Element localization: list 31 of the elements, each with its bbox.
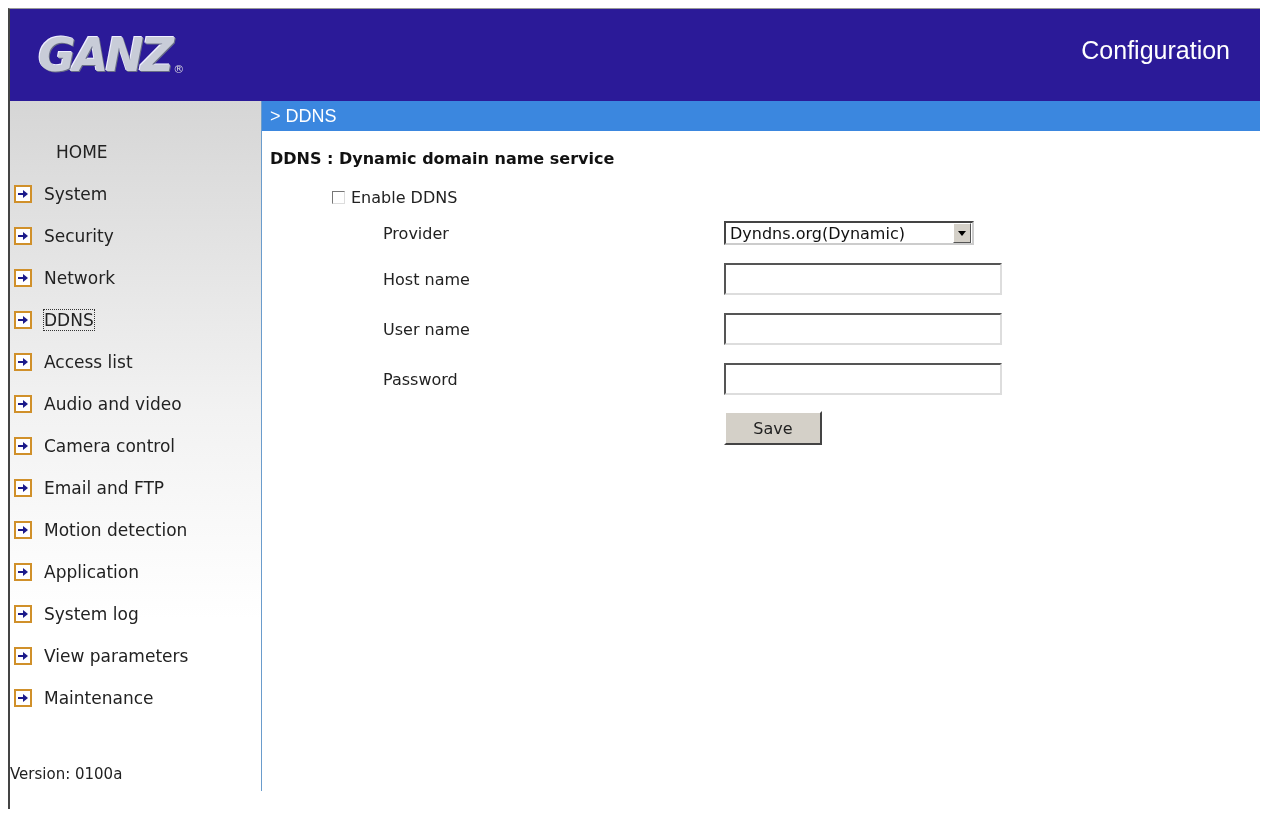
logo: GANZ (38, 28, 172, 82)
version-text: Version: 0100a (10, 765, 124, 783)
field-label: Provider (383, 223, 450, 243)
input-field[interactable] (724, 313, 1002, 345)
checkbox[interactable] (332, 191, 345, 204)
checkbox-label: Enable DDNS (351, 188, 458, 207)
nav-link[interactable]: View parameters (10, 635, 261, 677)
nav-link[interactable]: Access list (10, 341, 261, 383)
field-label: Host name (383, 269, 471, 289)
nav-link[interactable]: System log (10, 593, 261, 635)
page-title: Configuration (1081, 35, 1230, 65)
nav-link[interactable]: Security (10, 215, 261, 257)
nav-link[interactable]: Email and FTP (10, 467, 261, 509)
save-button[interactable]: Save (724, 411, 822, 445)
nav-link[interactable]: Audio and video (10, 383, 261, 425)
field-label: User name (383, 319, 471, 339)
input-field[interactable] (724, 363, 1002, 395)
section-title: DDNS : Dynamic domain name service (269, 148, 616, 168)
nav-link[interactable]: Network (10, 257, 261, 299)
nav-link[interactable]: Camera control (10, 425, 261, 467)
provider-dropdown[interactable]: Dyndns.org(Dynamic) (724, 221, 974, 245)
input-field[interactable] (724, 263, 1002, 295)
nav-link[interactable]: DDNS (10, 299, 261, 341)
nav-link[interactable]: System (10, 173, 261, 215)
nav-link[interactable]: Motion detection (10, 509, 261, 551)
nav-link[interactable]: Application (10, 551, 261, 593)
breadcrumb-bar: > DDNS (262, 101, 1260, 131)
nav-link[interactable]: HOME (10, 131, 261, 173)
nav-link[interactable]: Maintenance (10, 677, 261, 719)
field-label: Password (383, 369, 459, 389)
registered-mark: ® (173, 63, 185, 76)
